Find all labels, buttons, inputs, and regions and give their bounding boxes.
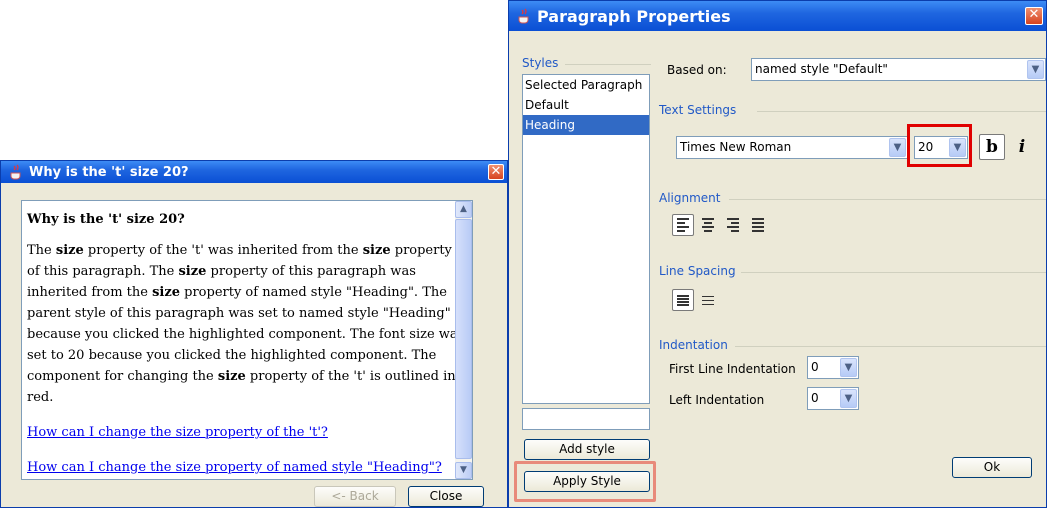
scroll-thumb[interactable] — [455, 219, 472, 459]
line-spacing-legend: Line Spacing — [659, 264, 736, 278]
java-cup-icon — [517, 8, 531, 24]
style-item-heading[interactable]: Heading — [523, 115, 649, 135]
scroll-up-icon[interactable]: ▲ — [455, 201, 472, 218]
help-window-titlebar[interactable]: Why is the 't' size 20? ✕ — [1, 161, 507, 183]
double-spacing-icon[interactable] — [697, 289, 719, 311]
indentation-group-line — [735, 346, 1046, 347]
styles-group-line — [565, 64, 651, 65]
help-link-change-heading-size[interactable]: How can I change the size property of na… — [27, 457, 465, 478]
paragraph-dialog-title: Paragraph Properties — [537, 6, 731, 26]
left-indent-label: Left Indentation — [669, 393, 765, 407]
chevron-down-icon[interactable]: ▼ — [840, 389, 857, 408]
close-button[interactable]: Close — [408, 486, 484, 507]
help-paragraph: The size property of the 't' was inherit… — [27, 243, 465, 405]
style-name-input[interactable] — [522, 408, 650, 430]
scroll-down-icon[interactable]: ▼ — [455, 462, 472, 479]
align-justify-icon[interactable] — [747, 214, 769, 236]
help-heading: Why is the 't' size 20? — [27, 212, 185, 227]
help-vertical-scrollbar[interactable]: ▲ ▼ — [455, 201, 472, 479]
help-window: Why is the 't' size 20? ✕ Why is the 't'… — [0, 160, 508, 508]
chevron-down-icon[interactable]: ▼ — [889, 138, 906, 157]
styles-legend: Styles — [522, 56, 559, 70]
alignment-group-line — [729, 199, 1046, 200]
line-spacing-group-line — [741, 272, 1046, 273]
font-family-select[interactable]: Times New Roman ▼ — [676, 136, 908, 159]
first-line-indent-select[interactable]: 0 ▼ — [807, 356, 859, 379]
apply-style-highlight — [514, 461, 656, 502]
paragraph-dialog-titlebar[interactable]: Paragraph Properties ✕ — [509, 1, 1046, 31]
based-on-value: named style "Default" — [755, 62, 888, 76]
single-spacing-icon[interactable] — [672, 289, 694, 311]
first-line-indent-value: 0 — [811, 360, 819, 374]
left-indent-select[interactable]: 0 ▼ — [807, 387, 859, 410]
help-close-icon[interactable]: ✕ — [488, 164, 504, 180]
alignment-legend: Alignment — [659, 191, 721, 205]
font-size-highlight — [907, 124, 972, 167]
bold-button[interactable]: b — [979, 134, 1005, 160]
help-content-pane: Why is the 't' size 20? The size propert… — [21, 200, 473, 480]
java-cup-icon — [9, 164, 23, 180]
help-body: Why is the 't' size 20? The size propert… — [22, 201, 469, 479]
style-item-default[interactable]: Default — [523, 95, 649, 115]
text-settings-group-line — [757, 111, 1046, 112]
ok-button[interactable]: Ok — [952, 457, 1032, 478]
help-window-title: Why is the 't' size 20? — [29, 164, 189, 180]
chevron-down-icon[interactable]: ▼ — [1027, 60, 1044, 79]
align-right-icon[interactable] — [722, 214, 744, 236]
align-center-icon[interactable] — [697, 214, 719, 236]
style-item-selected-paragraph[interactable]: Selected Paragraph — [523, 75, 649, 95]
indentation-legend: Indentation — [659, 338, 728, 352]
help-link-change-t-size[interactable]: How can I change the size property of th… — [27, 422, 465, 443]
styles-list[interactable]: Selected Paragraph Default Heading — [522, 74, 650, 404]
align-left-icon[interactable] — [672, 214, 694, 236]
paragraph-properties-dialog: Paragraph Properties ✕ Styles Selected P… — [508, 0, 1047, 508]
first-line-indent-label: First Line Indentation — [669, 362, 796, 376]
font-family-value: Times New Roman — [680, 140, 792, 154]
based-on-select[interactable]: named style "Default" ▼ — [751, 58, 1046, 81]
add-style-button[interactable]: Add style — [524, 439, 650, 460]
left-indent-value: 0 — [811, 391, 819, 405]
chevron-down-icon[interactable]: ▼ — [840, 358, 857, 377]
paragraph-dialog-close-icon[interactable]: ✕ — [1025, 7, 1043, 25]
back-button[interactable]: <- Back — [314, 486, 396, 507]
based-on-label: Based on: — [667, 63, 727, 77]
text-settings-legend: Text Settings — [659, 103, 737, 117]
italic-button[interactable]: i — [1009, 134, 1035, 160]
